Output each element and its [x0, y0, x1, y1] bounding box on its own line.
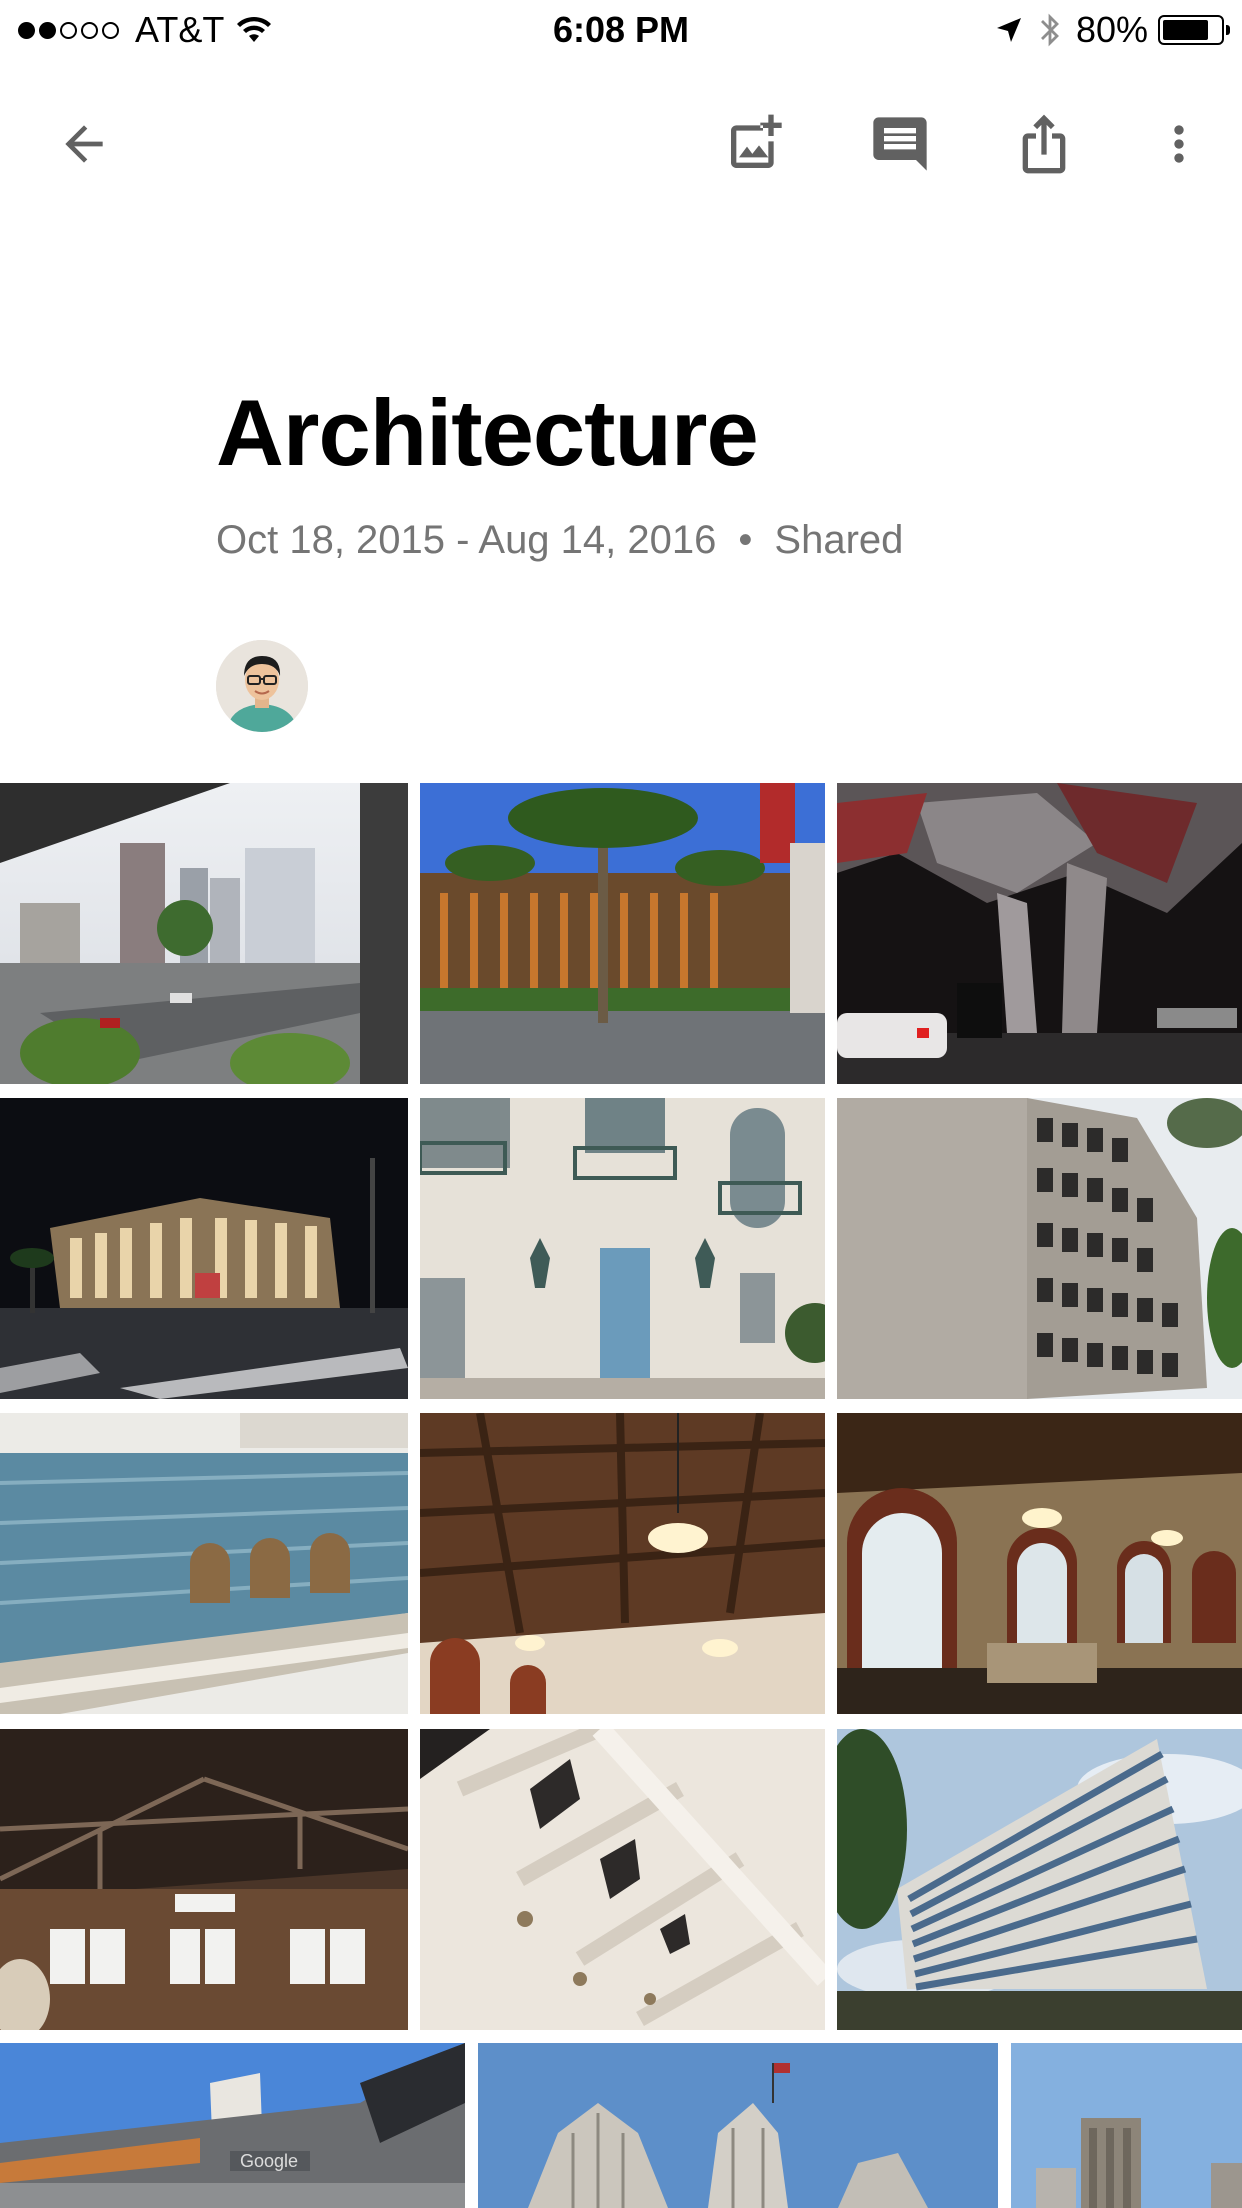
meta-separator: • — [738, 518, 753, 562]
arrow-back-icon — [65, 125, 103, 163]
comment-icon — [873, 117, 927, 171]
photo-city-street-aerial[interactable] — [0, 783, 408, 1084]
photo-downtown-skyline[interactable] — [1011, 2043, 1242, 2208]
photo-angular-canopy-night[interactable] — [837, 783, 1242, 1084]
photo-palm-tree-building[interactable] — [420, 783, 825, 1084]
battery-icon — [1158, 15, 1230, 45]
add-photo-icon — [731, 114, 782, 168]
photo-concrete-grid-building[interactable] — [837, 1098, 1242, 1399]
album-meta: Oct 18, 2015 - Aug 14, 2016 • Shared — [216, 512, 903, 568]
photo-ornate-facade-balconies[interactable] — [420, 1098, 825, 1399]
bluetooth-icon — [1040, 13, 1059, 47]
avatar-image — [216, 640, 308, 732]
photo-office-tower-sky[interactable] — [837, 1729, 1242, 2030]
photo-hall-arched-windows[interactable] — [837, 1413, 1242, 1714]
add-photos-button[interactable] — [707, 96, 803, 192]
photo-museum-blue-wall-arches[interactable] — [0, 1413, 408, 1714]
share-button[interactable] — [996, 96, 1092, 192]
svg-text:Google: Google — [240, 2151, 298, 2171]
photo-wooden-ceiling-chandeliers[interactable] — [420, 1413, 825, 1714]
share-icon — [1022, 114, 1066, 174]
comment-button[interactable] — [852, 96, 948, 192]
photo-lit-glass-building-night[interactable] — [0, 1098, 408, 1399]
more-options-button[interactable] — [1131, 96, 1227, 192]
album-shared-label: Shared — [774, 518, 904, 562]
back-button[interactable] — [36, 96, 132, 192]
photo-truss-roof-hall[interactable] — [0, 1729, 408, 2030]
battery-level — [1163, 20, 1208, 40]
status-bar: AT&T 6:08 PM 80% — [0, 0, 1242, 62]
photo-white-beam-ceiling[interactable] — [420, 1729, 825, 2030]
status-right: 80% — [994, 8, 1230, 52]
more-vert-icon — [1174, 125, 1184, 163]
photo-art-deco-tower[interactable] — [478, 2043, 998, 2208]
album-title[interactable]: Architecture — [216, 378, 759, 488]
avatar[interactable] — [216, 640, 308, 732]
album-date-range: Oct 18, 2015 - Aug 14, 2016 — [216, 518, 717, 562]
photo-google-sign-building[interactable]: Google — [0, 2043, 465, 2208]
location-arrow-icon — [996, 18, 1021, 42]
battery-percent: 80% — [1075, 9, 1148, 50]
